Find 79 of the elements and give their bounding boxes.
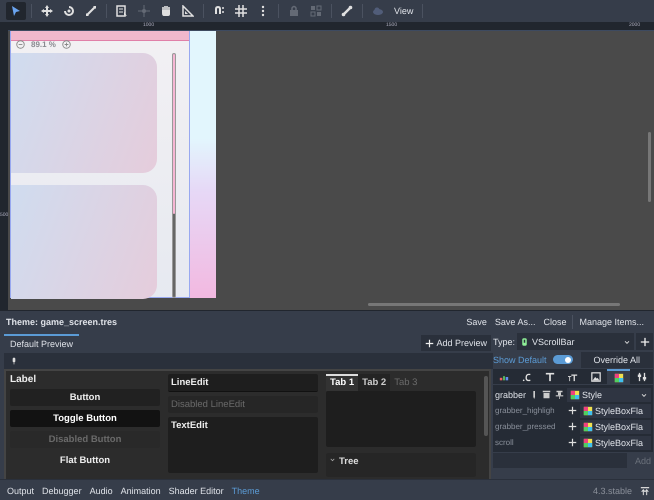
add-type-button[interactable]	[636, 333, 653, 350]
plus-icon	[568, 438, 577, 447]
plus-icon	[568, 406, 577, 415]
action-button[interactable]: Close	[539, 315, 570, 329]
stylebox-icon	[583, 406, 593, 416]
image-icon	[590, 372, 601, 382]
hand-icon	[160, 5, 172, 17]
preview-tab[interactable]: Tab 1	[326, 374, 358, 391]
pin-icon	[555, 390, 564, 399]
cloud-icon	[372, 5, 384, 17]
type-dropdown[interactable]: VScrollBar	[517, 333, 634, 350]
plus-icon	[425, 338, 434, 348]
item-name: grabber	[495, 390, 526, 400]
item-name: grabber_highligh	[495, 406, 556, 415]
vertical-scrollbar[interactable]	[648, 132, 651, 202]
ruler-icon	[182, 5, 194, 17]
text-edit-field[interactable]: TextEdit	[168, 417, 318, 473]
bottom-panel-tab[interactable]: Animation	[116, 484, 165, 498]
bottom-panel-tab[interactable]: Debugger	[38, 484, 86, 498]
picker-icon	[10, 356, 18, 366]
move-icon	[41, 5, 53, 17]
bone-icon	[341, 5, 353, 17]
rotate-icon	[63, 5, 75, 17]
group-icon	[310, 5, 322, 17]
zoom-level: 89.1 %	[31, 40, 56, 49]
list-select-icon	[116, 5, 128, 17]
plus-icon	[568, 422, 577, 431]
trash-icon	[542, 390, 552, 399]
stylebox-tab[interactable]	[607, 369, 630, 384]
constant-icon	[522, 372, 532, 382]
line-edit-field[interactable]: LineEdit	[168, 374, 318, 392]
action-button[interactable]: Manage Items...	[575, 315, 648, 329]
stylebox-dropdown[interactable]: StyleBoxFla	[580, 436, 651, 450]
override-all-button[interactable]: Override All	[580, 352, 653, 368]
scale-icon	[85, 5, 97, 17]
stylebox-icon	[570, 390, 580, 400]
stylebox-dropdown[interactable]: StyleBoxFla	[580, 404, 651, 418]
item-name: scroll	[495, 438, 515, 447]
cursor-arrow-icon	[10, 5, 22, 17]
zoom-in-icon	[62, 40, 71, 49]
add-preview-button[interactable]: Add Preview	[421, 335, 491, 351]
tree-view[interactable]: Tree	[326, 453, 476, 477]
scrollbar-icon	[520, 336, 530, 346]
action-button[interactable]: Save	[462, 315, 491, 329]
stylebox-icon	[583, 422, 593, 432]
lock-icon	[288, 5, 300, 17]
type-settings-icon	[636, 372, 647, 382]
stylebox-dropdown[interactable]: Style	[567, 388, 651, 402]
show-default-label: Show Default	[493, 354, 547, 364]
bottom-panel-tab[interactable]: Audio	[86, 484, 117, 498]
preview-button[interactable]: Toggle Button	[10, 410, 160, 427]
item-name: grabber_pressed	[495, 422, 556, 431]
bottom-panel-tab[interactable]: Output	[3, 484, 38, 498]
preview-label: Label	[10, 374, 38, 385]
stylebox-icon	[583, 438, 593, 448]
cursor-arrow-tool-button[interactable]	[6, 2, 26, 20]
plus-icon	[640, 336, 650, 346]
preview-tab[interactable]: Tab 2	[358, 374, 390, 391]
preview-button[interactable]: Button	[10, 389, 160, 406]
horizontal-scrollbar[interactable]	[368, 303, 620, 306]
chevron-down-icon	[329, 456, 336, 463]
stylebox-dropdown[interactable]: StyleBoxFla	[580, 420, 651, 434]
show-default-toggle[interactable]	[552, 355, 573, 364]
type-label: Type:	[493, 336, 516, 346]
preview-button[interactable]: Flat Button	[10, 452, 160, 469]
expand-panel-icon	[640, 486, 650, 496]
font-size-icon	[568, 372, 578, 382]
theme-title: Theme: game_screen.tres	[6, 317, 118, 327]
stylebox-icon	[614, 372, 624, 382]
version-label: 4.3.stable	[592, 486, 632, 496]
pivot-icon	[138, 5, 150, 17]
view-menu[interactable]: View	[390, 4, 418, 18]
grid-icon	[235, 5, 247, 17]
snap-icon	[213, 5, 225, 17]
font-icon	[545, 372, 556, 382]
bottom-panel-tab[interactable]: Shader Editor	[164, 484, 228, 498]
bottom-panel-tab[interactable]: Theme	[228, 484, 264, 498]
action-button[interactable]: Save As...	[490, 315, 540, 329]
zoom-out-icon	[16, 40, 25, 49]
